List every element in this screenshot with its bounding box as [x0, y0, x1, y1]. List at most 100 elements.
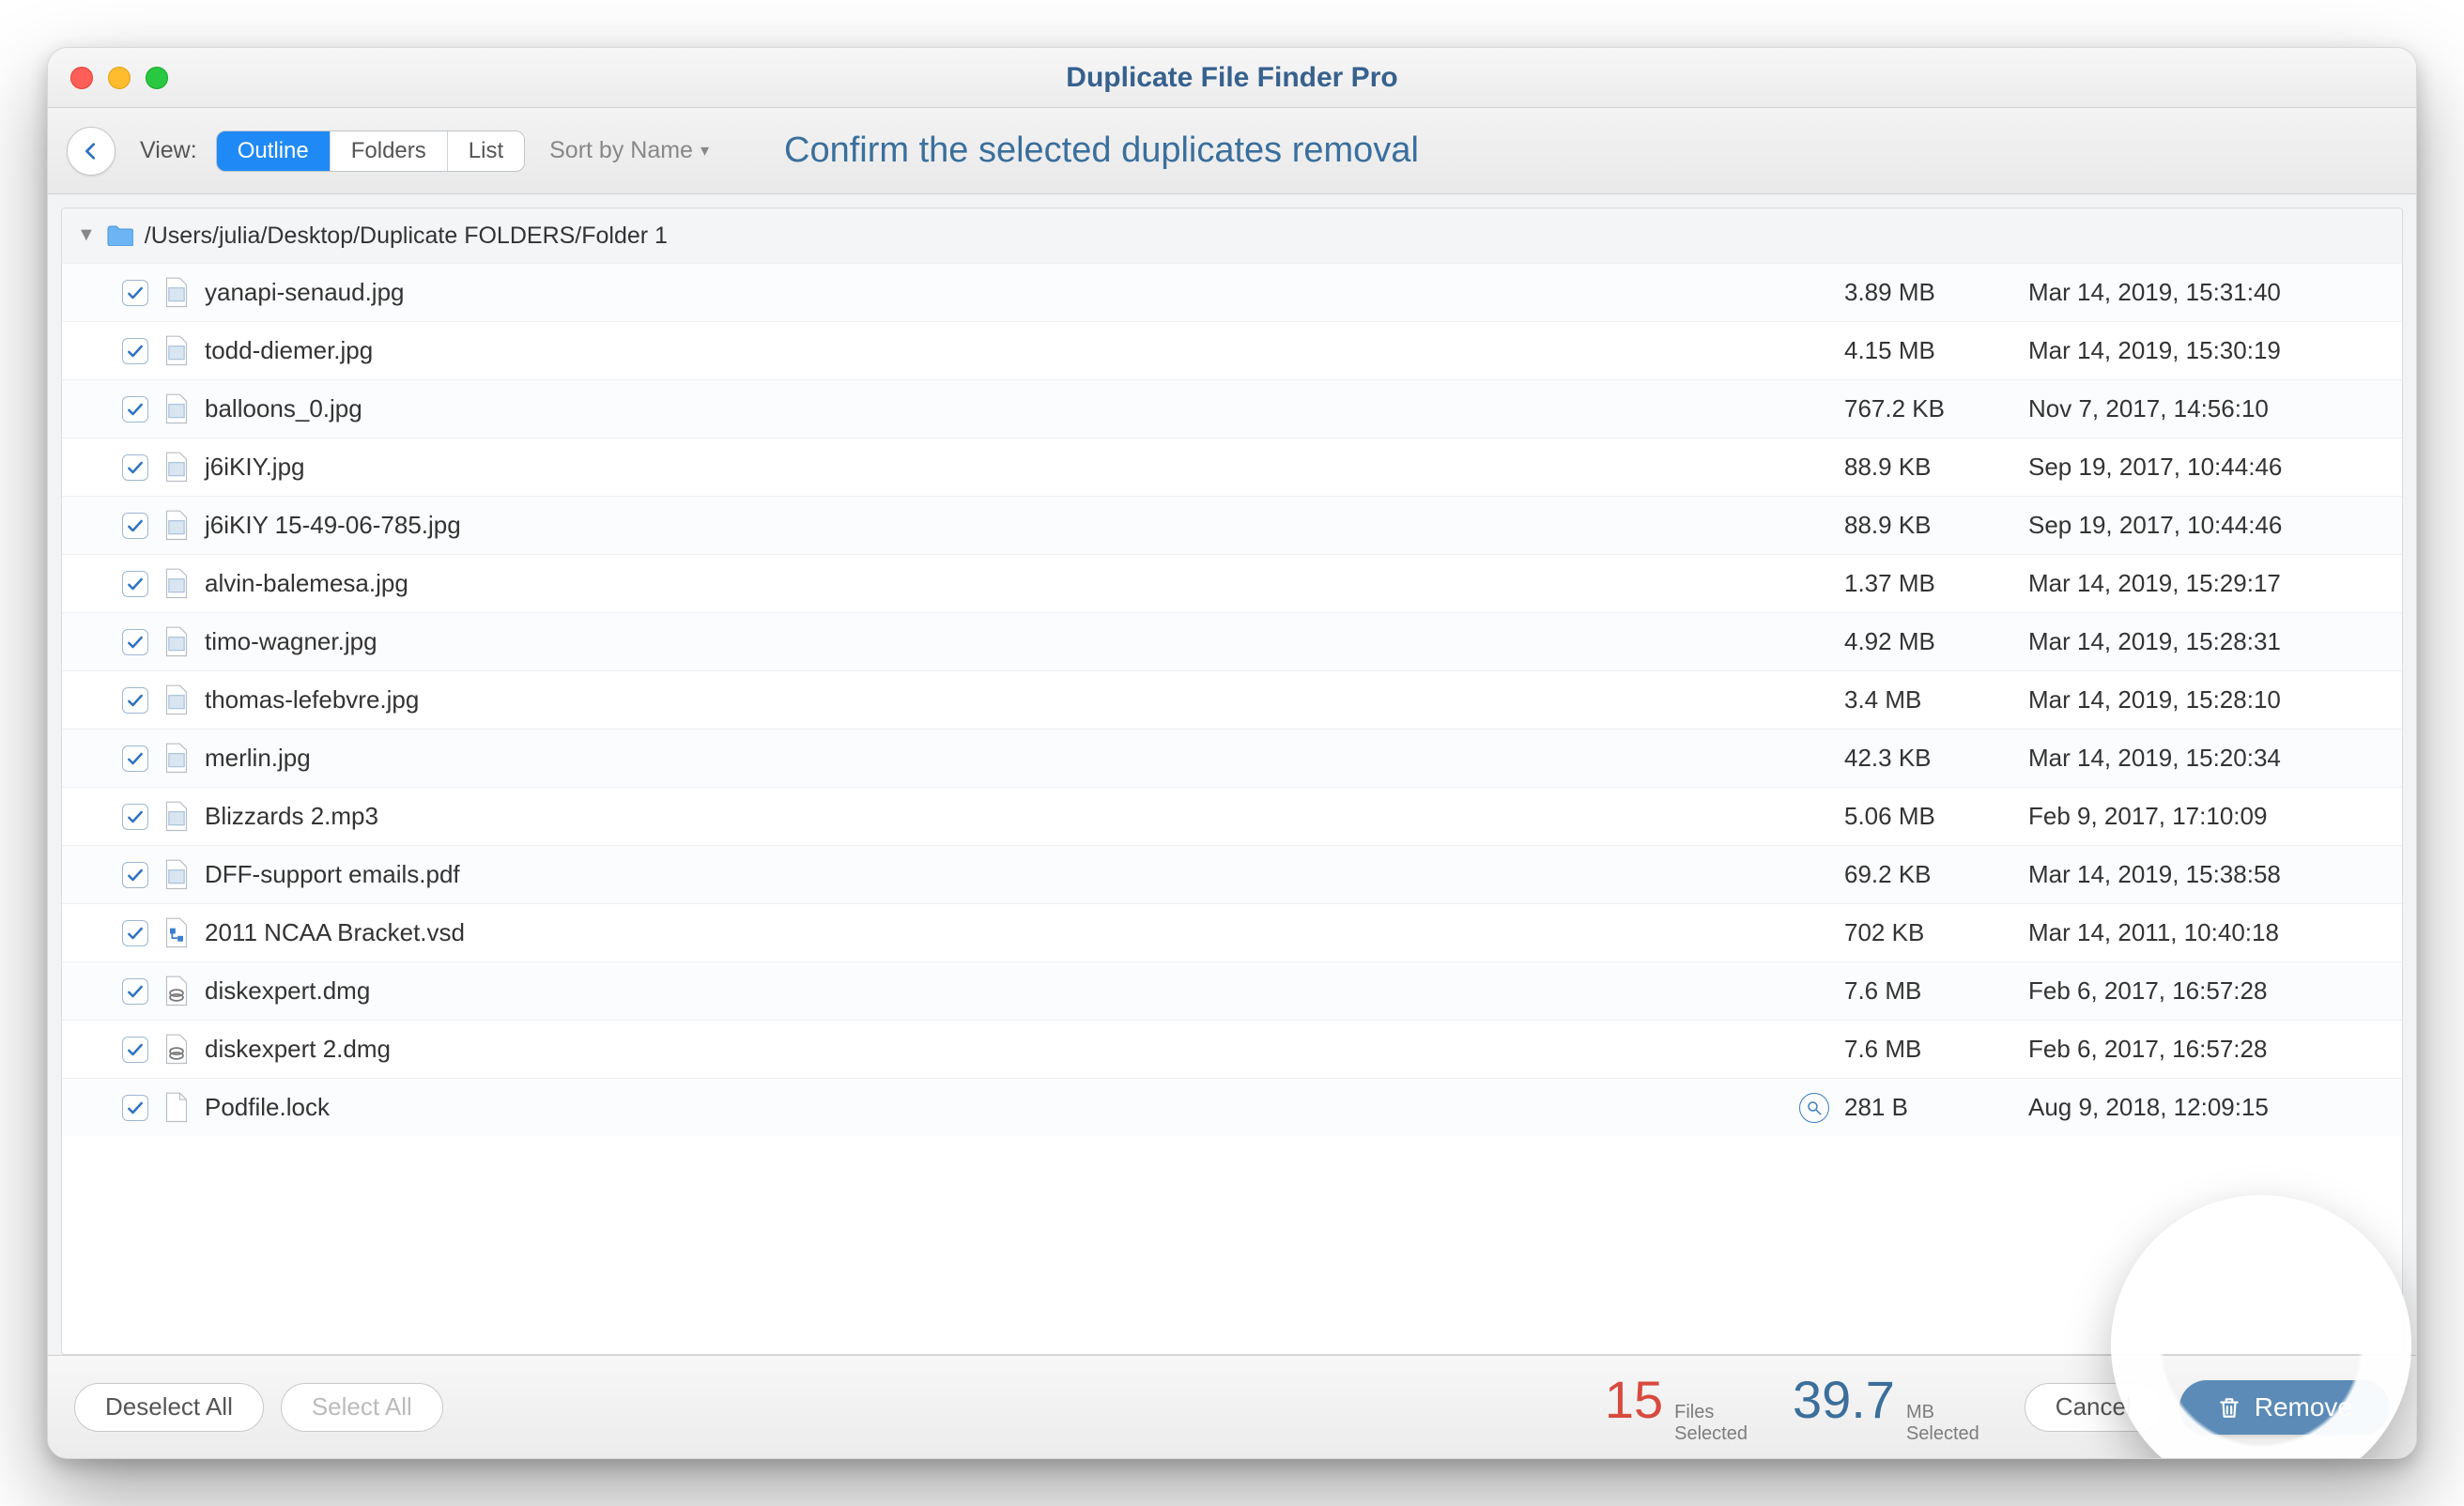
file-name: diskexpert 2.dmg: [205, 1035, 1829, 1064]
folder-path: /Users/julia/Desktop/Duplicate FOLDERS/F…: [145, 223, 668, 250]
check-icon: [126, 866, 145, 884]
footer-bar: Deselect All Select All 15 Files Selecte…: [48, 1355, 2416, 1458]
file-row[interactable]: j6iKIY 15-49-06-785.jpg88.9 KBSep 19, 20…: [62, 496, 2402, 554]
file-name: alvin-balemesa.jpg: [205, 569, 1829, 598]
folder-group-header[interactable]: ▼ /Users/julia/Desktop/Duplicate FOLDERS…: [62, 208, 2402, 263]
view-list-tab[interactable]: List: [447, 131, 524, 171]
file-date: Sep 19, 2017, 10:44:46: [2028, 453, 2385, 482]
file-row[interactable]: merlin.jpg42.3 KBMar 14, 2019, 15:20:34: [62, 729, 2402, 787]
file-date: Nov 7, 2017, 14:56:10: [2028, 394, 2385, 423]
select-all-button[interactable]: Select All: [281, 1383, 443, 1432]
file-date: Mar 14, 2011, 10:40:18: [2028, 918, 2385, 947]
check-icon: [126, 284, 145, 302]
row-checkbox[interactable]: [122, 804, 148, 830]
row-checkbox[interactable]: [122, 1037, 148, 1063]
row-checkbox[interactable]: [122, 571, 148, 597]
row-checkbox[interactable]: [122, 687, 148, 714]
file-type-icon: [163, 569, 190, 599]
file-date: Aug 9, 2018, 12:09:15: [2028, 1093, 2385, 1122]
file-type-icon: [163, 744, 190, 774]
chevron-down-icon: ▾: [701, 141, 709, 161]
files-selected-stat: 15 Files Selected: [1605, 1369, 1748, 1445]
file-name: j6iKIY.jpg: [205, 453, 1829, 482]
file-row[interactable]: DFF-support emails.pdf69.2 KBMar 14, 201…: [62, 845, 2402, 903]
view-folders-tab[interactable]: Folders: [330, 131, 447, 171]
row-checkbox[interactable]: [122, 745, 148, 772]
file-size: 281 B: [1844, 1093, 2013, 1122]
files-selected-count: 15: [1605, 1369, 1663, 1430]
file-size: 7.6 MB: [1844, 1035, 2013, 1064]
file-name: Podfile.lock: [205, 1093, 1784, 1122]
file-name: thomas-lefebvre.jpg: [205, 685, 1829, 715]
selected-label-2: Selected: [1906, 1423, 1979, 1445]
check-icon: [126, 982, 145, 1001]
file-date: Feb 9, 2017, 17:10:09: [2028, 802, 2385, 831]
file-date: Mar 14, 2019, 15:38:58: [2028, 860, 2385, 889]
page-subtitle: Confirm the selected duplicates removal: [784, 131, 1419, 171]
file-size: 5.06 MB: [1844, 802, 2013, 831]
row-checkbox[interactable]: [122, 920, 148, 946]
file-row[interactable]: todd-diemer.jpg4.15 MBMar 14, 2019, 15:3…: [62, 321, 2402, 379]
file-size: 767.2 KB: [1844, 394, 2013, 423]
sort-dropdown[interactable]: Sort by Name ▾: [549, 137, 709, 164]
row-checkbox[interactable]: [122, 629, 148, 655]
file-date: Sep 19, 2017, 10:44:46: [2028, 511, 2385, 540]
file-row[interactable]: Podfile.lock 281 B Aug 9, 2018, 12:09:15: [62, 1078, 2402, 1136]
file-size: 88.9 KB: [1844, 511, 2013, 540]
file-type-icon: [163, 685, 190, 715]
file-row[interactable]: diskexpert 2.dmg 7.6 MB Feb 6, 2017, 16:57…: [62, 1020, 2402, 1078]
file-type-icon: [163, 453, 190, 483]
file-row[interactable]: diskexpert.dmg7.6 MBFeb 6, 2017, 16:57:2…: [62, 961, 2402, 1020]
row-checkbox[interactable]: [122, 513, 148, 539]
toolbar: View: Outline Folders List Sort by Name …: [48, 108, 2416, 194]
remove-button-label: Remove: [2255, 1392, 2352, 1422]
file-row[interactable]: thomas-lefebvre.jpg 3.4 MB Mar 14, 2019, 1…: [62, 670, 2402, 729]
remove-button[interactable]: Remove: [2179, 1380, 2390, 1435]
row-checkbox[interactable]: [122, 454, 148, 481]
file-size: 88.9 KB: [1844, 453, 2013, 482]
file-row[interactable]: j6iKIY.jpg 88.9 KB Sep 19, 2017, 10:44:46: [62, 438, 2402, 496]
view-segmented-control: Outline Folders List: [216, 131, 525, 172]
file-row[interactable]: timo-wagner.jpg4.92 MBMar 14, 2019, 15:2…: [62, 612, 2402, 670]
file-type-icon: [163, 336, 190, 366]
file-row[interactable]: yanapi-senaud.jpg3.89 MBMar 14, 2019, 15…: [62, 263, 2402, 321]
file-date: Mar 14, 2019, 15:31:40: [2028, 278, 2385, 307]
back-button[interactable]: [67, 127, 116, 176]
row-checkbox[interactable]: [122, 978, 148, 1005]
file-date: Mar 14, 2019, 15:20:34: [2028, 744, 2385, 773]
row-checkbox[interactable]: [122, 1095, 148, 1121]
size-selected-stat: 39.7 MB Selected: [1793, 1369, 1979, 1445]
row-checkbox[interactable]: [122, 280, 148, 306]
file-date: Feb 6, 2017, 16:57:28: [2028, 976, 2385, 1006]
view-label: View:: [140, 137, 197, 164]
file-row[interactable]: balloons_0.jpg 767.2 KB Nov 7, 2017, 14:56…: [62, 379, 2402, 438]
file-row[interactable]: 2011 NCAA Bracket.vsd702 KBMar 14, 2011,…: [62, 903, 2402, 961]
check-icon: [126, 342, 145, 361]
file-name: balloons_0.jpg: [205, 394, 1829, 423]
file-list[interactable]: ▼ /Users/julia/Desktop/Duplicate FOLDERS…: [61, 207, 2403, 1355]
row-checkbox[interactable]: [122, 338, 148, 364]
folder-icon: [107, 225, 133, 246]
check-icon: [126, 924, 145, 943]
size-unit-label: MB: [1906, 1402, 1979, 1423]
files-label: Files: [1674, 1402, 1748, 1423]
check-icon: [126, 1040, 145, 1059]
file-row[interactable]: alvin-balemesa.jpg1.37 MBMar 14, 2019, 1…: [62, 554, 2402, 612]
trash-icon: [2217, 1395, 2241, 1420]
file-date: Feb 6, 2017, 16:57:28: [2028, 1035, 2385, 1064]
check-icon: [126, 458, 145, 477]
disclosure-triangle-icon[interactable]: ▼: [77, 224, 96, 246]
file-name: merlin.jpg: [205, 744, 1829, 773]
deselect-all-button[interactable]: Deselect All: [74, 1383, 264, 1432]
view-outline-tab[interactable]: Outline: [217, 131, 330, 171]
cancel-button[interactable]: Cancel: [2025, 1383, 2163, 1432]
file-type-icon: [163, 802, 190, 832]
row-checkbox[interactable]: [122, 862, 148, 888]
row-checkbox[interactable]: [122, 396, 148, 423]
file-row[interactable]: Blizzards 2.mp35.06 MBFeb 9, 2017, 17:10…: [62, 787, 2402, 845]
sort-label: Sort by Name: [549, 137, 693, 164]
file-type-icon: [163, 278, 190, 308]
quicklook-button[interactable]: [1799, 1093, 1829, 1123]
file-size: 3.4 MB: [1844, 685, 2013, 715]
file-date: Mar 14, 2019, 15:28:10: [2028, 685, 2385, 715]
